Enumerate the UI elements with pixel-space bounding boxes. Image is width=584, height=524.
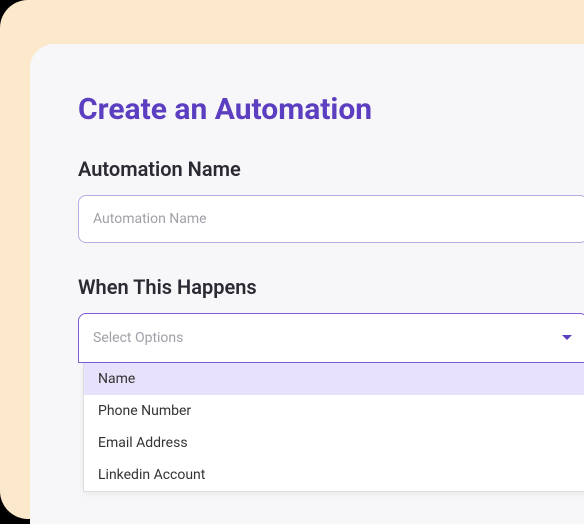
automation-name-input[interactable] bbox=[78, 195, 584, 243]
outer-background: Create an Automation Automation Name Whe… bbox=[0, 0, 584, 519]
automation-name-label: Automation Name bbox=[78, 157, 584, 181]
trigger-select-wrapper: Select Options Name Phone Number Email A… bbox=[78, 313, 584, 492]
dropdown-option-email[interactable]: Email Address bbox=[84, 427, 584, 459]
dropdown-option-linkedin[interactable]: Linkedin Account bbox=[84, 459, 584, 491]
trigger-select[interactable]: Select Options bbox=[78, 313, 584, 363]
trigger-dropdown-list: Name Phone Number Email Address Linkedin… bbox=[83, 363, 584, 492]
page-title: Create an Automation bbox=[78, 92, 584, 127]
dropdown-option-name[interactable]: Name bbox=[84, 363, 584, 395]
dropdown-option-phone[interactable]: Phone Number bbox=[84, 395, 584, 427]
form-card: Create an Automation Automation Name Whe… bbox=[30, 44, 584, 524]
chevron-down-icon bbox=[561, 334, 573, 342]
trigger-label: When This Happens bbox=[78, 275, 584, 299]
trigger-select-placeholder: Select Options bbox=[93, 330, 183, 346]
